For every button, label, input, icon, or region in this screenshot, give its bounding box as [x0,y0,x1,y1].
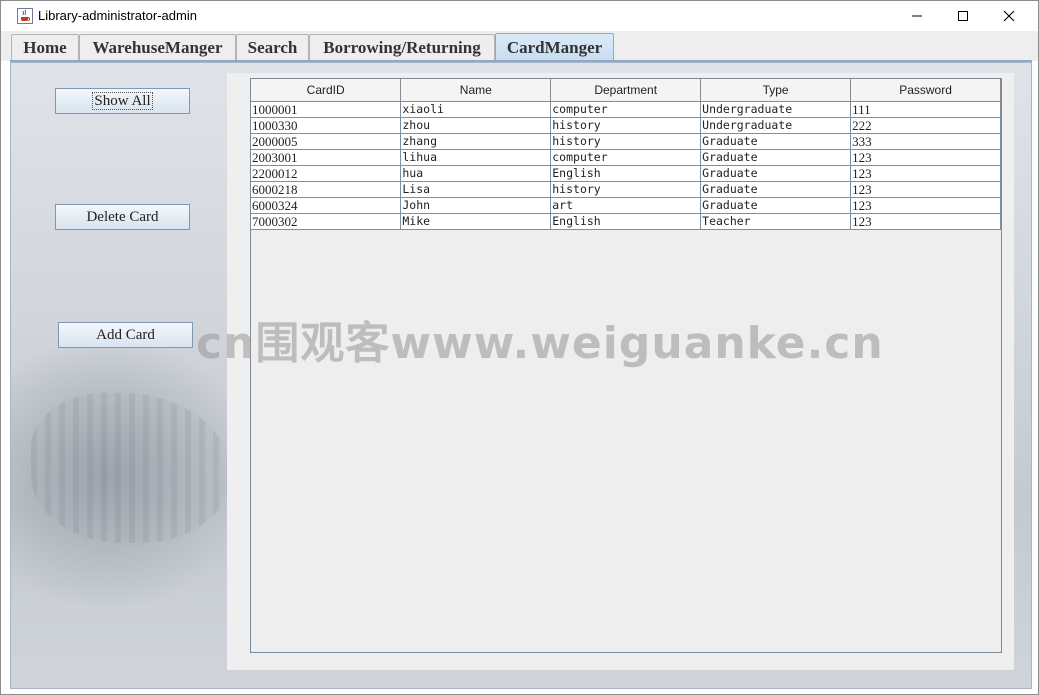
delete-card-button[interactable]: Delete Card [55,204,190,230]
cell-name[interactable]: xiaoli [400,101,552,118]
title-bar[interactable]: Library-administrator-admin [1,1,1038,31]
cell-cardid[interactable]: 6000324 [251,197,402,214]
cell-type[interactable]: Graduate [700,181,852,198]
cell-department[interactable]: art [550,197,702,214]
card-manager-panel: Show All Delete Card Add Card CardID Nam… [10,62,1032,689]
tab-search[interactable]: Search [236,34,309,61]
cell-cardid[interactable]: 1000001 [251,101,402,118]
cell-type[interactable]: Teacher [700,213,852,230]
minimize-button[interactable] [894,1,940,31]
table-row[interactable]: 7000302 Mike English Teacher 123 [251,213,1001,230]
cell-type[interactable]: Undergraduate [700,117,852,134]
cell-cardid[interactable]: 2200012 [251,165,402,182]
cell-department[interactable]: history [550,133,702,150]
tab-card-manager[interactable]: CardManger [495,33,614,62]
card-table[interactable]: CardID Name Department Type Password 100… [251,79,1001,230]
cell-department[interactable]: history [550,181,702,198]
table-row[interactable]: 2200012 hua English Graduate 123 [251,165,1001,182]
tab-home[interactable]: Home [11,34,79,61]
cell-cardid[interactable]: 6000218 [251,181,402,198]
cell-department[interactable]: computer [550,149,702,166]
close-icon [1003,10,1015,22]
java-cup-icon [17,8,33,24]
cell-password[interactable]: 333 [850,133,1001,150]
column-header-department[interactable]: Department [550,79,702,102]
cell-name[interactable]: zhang [400,133,552,150]
column-header-type[interactable]: Type [700,79,852,102]
cell-department[interactable]: computer [550,101,702,118]
cell-cardid[interactable]: 2000005 [251,133,402,150]
cell-type[interactable]: Undergraduate [700,101,852,118]
cell-password[interactable]: 123 [850,181,1001,198]
cell-type[interactable]: Graduate [700,165,852,182]
column-header-name[interactable]: Name [400,79,552,102]
table-panel: CardID Name Department Type Password 100… [227,73,1014,670]
cell-name[interactable]: hua [400,165,552,182]
table-row[interactable]: 2000005 zhang history Graduate 333 [251,133,1001,150]
cell-type[interactable]: Graduate [700,133,852,150]
cell-name[interactable]: lihua [400,149,552,166]
cell-name[interactable]: Mike [400,213,552,230]
tab-strip: Home WarehuseManger Search Borrowing/Ret… [1,31,1038,62]
cell-name[interactable]: Lisa [400,181,552,198]
show-all-label: Show All [92,92,153,110]
cell-password[interactable]: 123 [850,149,1001,166]
add-card-button[interactable]: Add Card [58,322,193,348]
show-all-button[interactable]: Show All [55,88,190,114]
cell-department[interactable]: English [550,165,702,182]
app-window: Library-administrator-admin Home Warehus… [0,0,1039,695]
table-row[interactable]: 2003001 lihua computer Graduate 123 [251,149,1001,166]
cell-password[interactable]: 123 [850,197,1001,214]
minimize-icon [912,15,922,17]
close-button[interactable] [986,1,1032,31]
cell-name[interactable]: John [400,197,552,214]
cell-type[interactable]: Graduate [700,197,852,214]
table-header-row: CardID Name Department Type Password [251,79,1001,102]
cell-cardid[interactable]: 2003001 [251,149,402,166]
maximize-icon [958,11,968,21]
window-title: Library-administrator-admin [38,8,197,23]
column-header-cardid[interactable]: CardID [251,79,402,102]
cell-name[interactable]: zhou [400,117,552,134]
cell-cardid[interactable]: 7000302 [251,213,402,230]
cell-password[interactable]: 111 [850,101,1001,118]
cell-password[interactable]: 222 [850,117,1001,134]
cell-password[interactable]: 123 [850,213,1001,230]
cell-department[interactable]: English [550,213,702,230]
table-row[interactable]: 1000001 xiaoli computer Undergraduate 11… [251,101,1001,118]
table-row[interactable]: 6000324 John art Graduate 123 [251,197,1001,214]
cell-type[interactable]: Graduate [700,149,852,166]
watermark-text: cn围观客www.weiguanke.cn [196,318,884,369]
column-header-password[interactable]: Password [850,79,1001,102]
table-row[interactable]: 1000330 zhou history Undergraduate 222 [251,117,1001,134]
cell-department[interactable]: history [550,117,702,134]
tab-warehouse-manager[interactable]: WarehuseManger [79,34,236,61]
table-row[interactable]: 6000218 Lisa history Graduate 123 [251,181,1001,198]
maximize-button[interactable] [940,1,986,31]
tab-borrowing-returning[interactable]: Borrowing/Returning [309,34,495,61]
cell-password[interactable]: 123 [850,165,1001,182]
cell-cardid[interactable]: 1000330 [251,117,402,134]
